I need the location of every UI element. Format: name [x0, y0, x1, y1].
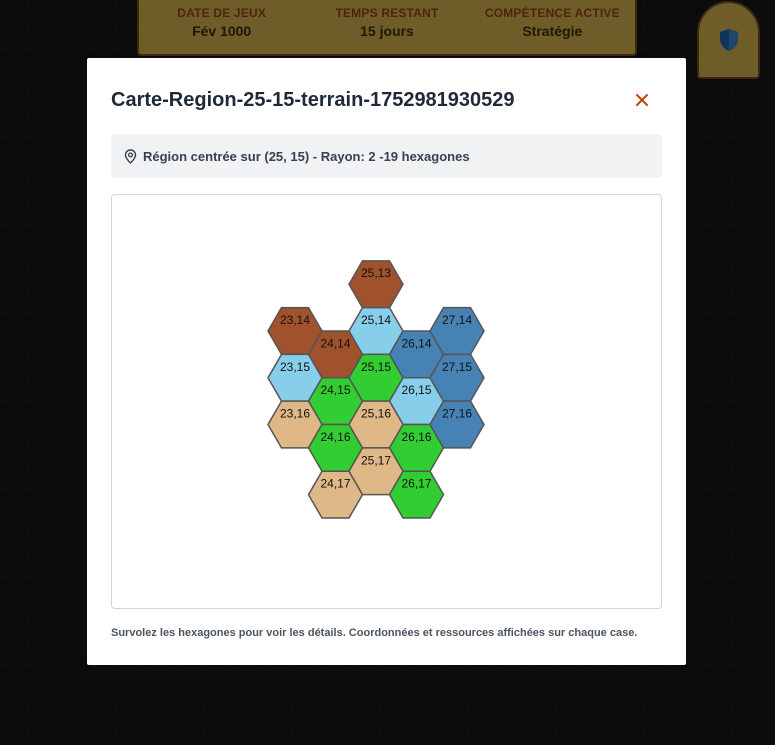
hex-coord-label: 26,17	[401, 477, 431, 491]
hex-coord-label: 25,13	[361, 266, 391, 280]
hex-coord-label: 23,16	[280, 407, 310, 421]
hex-coord-label: 26,14	[401, 336, 431, 350]
hex-map-canvas: 23,14 25,13 24,14 23,15 25,14 26,14 24,15 23,16…	[267, 260, 485, 519]
map-modal: Carte-Region-25-15-terrain-1752981930529…	[87, 58, 686, 665]
close-button[interactable]	[631, 89, 653, 111]
hex-coord-label: 24,16	[320, 430, 350, 444]
hex-coord-label: 24,15	[320, 383, 350, 397]
hex-coord-label: 25,14	[361, 313, 391, 327]
modal-title: Carte-Region-25-15-terrain-1752981930529	[111, 89, 515, 111]
map-hint: Survolez les hexagones pour voir les dét…	[111, 627, 638, 639]
hex-coord-label: 24,14	[320, 336, 350, 350]
hex-coord-label: 27,15	[442, 360, 472, 374]
hex-coord-label: 23,15	[280, 360, 310, 374]
hex-coord-label: 24,17	[320, 477, 350, 491]
location-pin-icon	[124, 148, 137, 164]
hex-tile[interactable]: 25,13	[348, 260, 404, 309]
hex-coord-label: 26,16	[401, 430, 431, 444]
region-info: Région centrée sur (25, 15) - Rayon: 2 -…	[111, 134, 662, 178]
region-info-text: Région centrée sur (25, 15) - Rayon: 2 -…	[143, 148, 470, 164]
hex-coord-label: 25,17	[361, 453, 391, 467]
hex-coord-label: 25,15	[361, 360, 391, 374]
close-icon	[636, 94, 648, 106]
hex-coord-label: 23,14	[280, 313, 310, 327]
hex-coord-label: 27,14	[442, 313, 472, 327]
hex-coord-label: 27,16	[442, 407, 472, 421]
hex-map: 23,14 25,13 24,14 23,15 25,14 26,14 24,15 23,16…	[111, 194, 662, 609]
hex-coord-label: 26,15	[401, 383, 431, 397]
hex-coord-label: 25,16	[361, 407, 391, 421]
